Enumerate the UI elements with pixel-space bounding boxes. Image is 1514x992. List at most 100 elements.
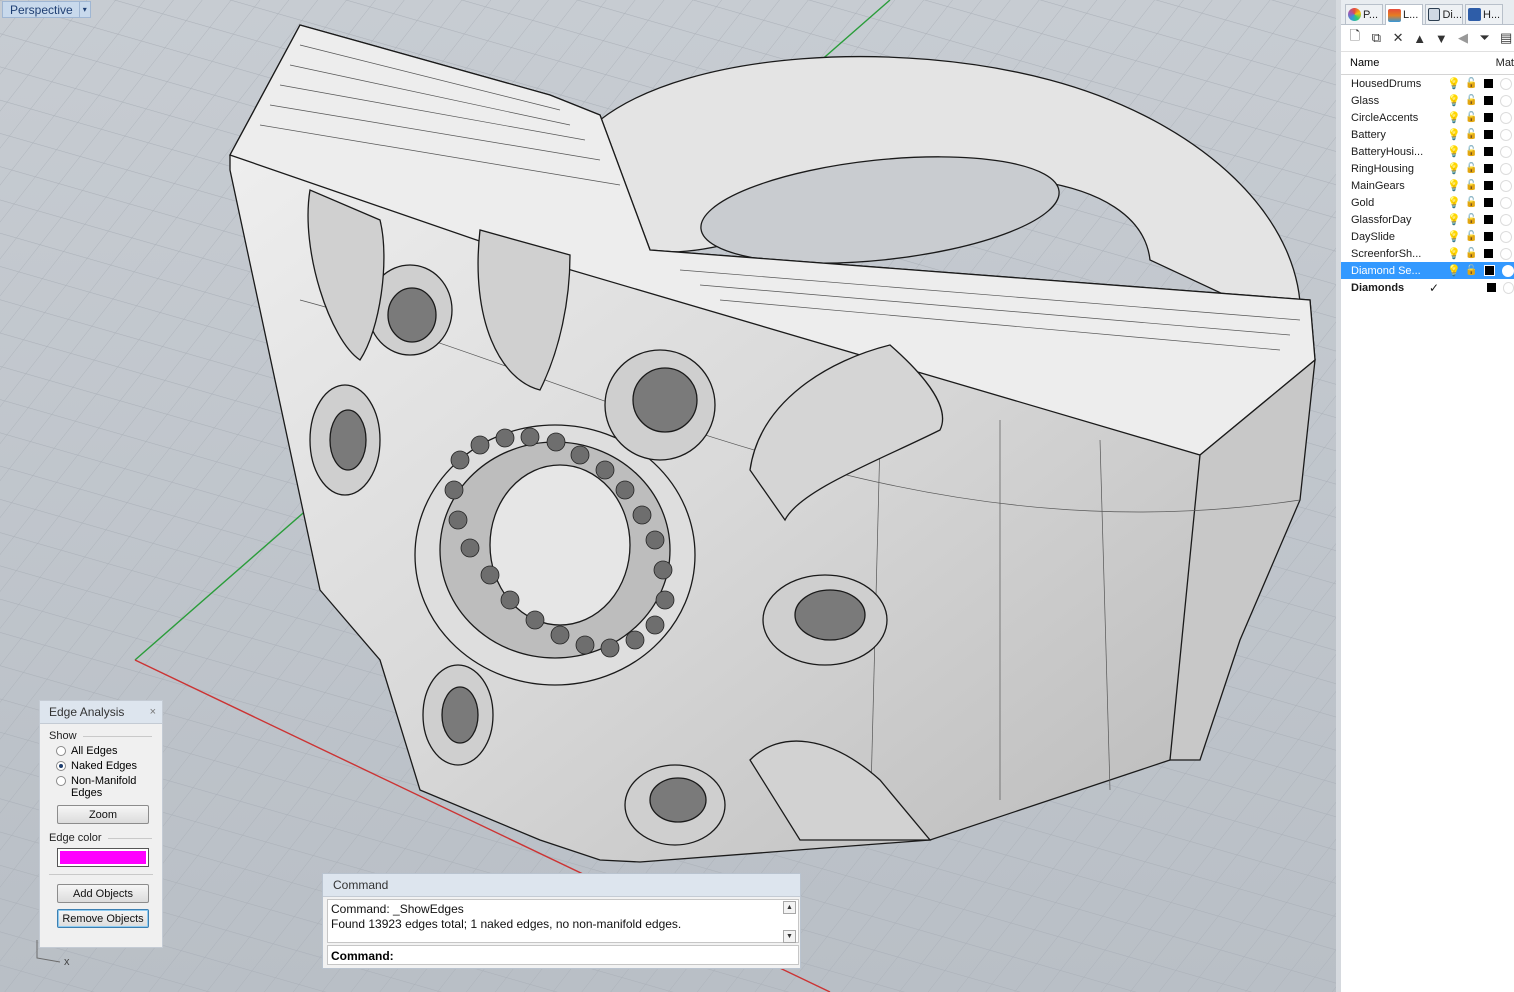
- layer-row[interactable]: DaySlide 💡 🔓: [1341, 228, 1514, 245]
- radio-button[interactable]: [56, 746, 66, 756]
- layer-color-swatch[interactable]: [1484, 130, 1493, 139]
- layer-color-swatch[interactable]: [1484, 249, 1493, 258]
- column-name[interactable]: Name: [1341, 57, 1496, 69]
- unlock-icon[interactable]: 🔓: [1465, 163, 1477, 175]
- command-title[interactable]: Command: [323, 874, 800, 897]
- move-down-icon[interactable]: ▼: [1434, 30, 1450, 46]
- layer-row[interactable]: HousedDrums 💡 🔓: [1341, 75, 1514, 92]
- lightbulb-icon[interactable]: 💡: [1447, 112, 1461, 124]
- remove-objects-button[interactable]: Remove Objects: [57, 909, 149, 928]
- layer-material-icon[interactable]: [1500, 77, 1512, 90]
- layer-row[interactable]: MainGears 💡 🔓: [1341, 177, 1514, 194]
- lightbulb-icon[interactable]: 💡: [1447, 248, 1461, 260]
- new-sublayer-icon[interactable]: ⧉: [1369, 30, 1385, 46]
- radio-button[interactable]: [56, 761, 66, 771]
- close-icon[interactable]: ×: [150, 706, 156, 718]
- edge-color-swatch[interactable]: [57, 848, 149, 867]
- edge-analysis-title-bar[interactable]: Edge Analysis ×: [40, 701, 162, 724]
- layer-material-icon[interactable]: [1500, 128, 1512, 141]
- history-scrollbar[interactable]: ▲ ▼: [783, 901, 796, 943]
- radio-non-manifold-edges[interactable]: Non-Manifold Edges: [40, 775, 162, 799]
- layer-color-swatch[interactable]: [1484, 265, 1495, 276]
- viewport-title[interactable]: Perspective ▾: [2, 1, 91, 18]
- tab-display[interactable]: Di...: [1425, 4, 1463, 24]
- layer-material-icon[interactable]: [1500, 247, 1512, 260]
- radio-label: Non-Manifold Edges: [71, 775, 137, 799]
- layer-color-swatch[interactable]: [1484, 164, 1493, 173]
- layer-material-icon[interactable]: [1500, 179, 1512, 192]
- viewport-menu-arrow-icon[interactable]: ▾: [78, 1, 91, 18]
- layer-material-icon[interactable]: [1502, 264, 1514, 277]
- layer-material-icon[interactable]: [1500, 94, 1512, 107]
- layer-material-icon[interactable]: [1500, 230, 1512, 243]
- layer-row[interactable]: CircleAccents 💡 🔓: [1341, 109, 1514, 126]
- unlock-icon[interactable]: 🔓: [1465, 146, 1477, 158]
- lightbulb-icon[interactable]: 💡: [1447, 146, 1461, 158]
- lightbulb-icon[interactable]: 💡: [1447, 231, 1461, 243]
- lightbulb-icon[interactable]: 💡: [1447, 129, 1461, 141]
- unlock-icon[interactable]: 🔓: [1465, 78, 1477, 90]
- layer-color-swatch[interactable]: [1487, 283, 1496, 292]
- layer-color-swatch[interactable]: [1484, 96, 1493, 105]
- layer-row[interactable]: RingHousing 💡 🔓: [1341, 160, 1514, 177]
- add-objects-button[interactable]: Add Objects: [57, 884, 149, 903]
- layer-color-swatch[interactable]: [1484, 113, 1493, 122]
- layer-material-icon[interactable]: [1500, 145, 1512, 158]
- tab-properties[interactable]: P...: [1345, 4, 1383, 24]
- radio-all-edges[interactable]: All Edges: [40, 745, 162, 757]
- layer-color-swatch[interactable]: [1484, 198, 1493, 207]
- layer-tools-icon[interactable]: ▤: [1498, 30, 1514, 46]
- move-up-icon[interactable]: ▲: [1412, 30, 1428, 46]
- layer-row[interactable]: Battery 💡 🔓: [1341, 126, 1514, 143]
- layer-material-icon[interactable]: [1500, 196, 1512, 209]
- lightbulb-icon[interactable]: 💡: [1447, 180, 1461, 192]
- tab-layers[interactable]: L...: [1385, 4, 1423, 25]
- layer-material-icon[interactable]: [1500, 213, 1512, 226]
- layer-row[interactable]: BatteryHousi... 💡 🔓: [1341, 143, 1514, 160]
- filter-icon[interactable]: ⏷: [1477, 30, 1493, 46]
- layer-material-icon[interactable]: [1502, 281, 1514, 294]
- zoom-button[interactable]: Zoom: [57, 805, 149, 824]
- lightbulb-icon[interactable]: 💡: [1447, 78, 1461, 90]
- lightbulb-icon[interactable]: 💡: [1447, 163, 1461, 175]
- layer-row[interactable]: Gold 💡 🔓: [1341, 194, 1514, 211]
- unlock-icon[interactable]: 🔓: [1465, 248, 1477, 260]
- lightbulb-icon[interactable]: 💡: [1447, 214, 1461, 226]
- move-out-icon[interactable]: ◀: [1455, 30, 1471, 46]
- unlock-icon[interactable]: 🔓: [1465, 112, 1477, 124]
- unlock-icon[interactable]: 🔓: [1465, 180, 1477, 192]
- command-input[interactable]: Command:: [327, 945, 799, 965]
- lightbulb-icon[interactable]: 💡: [1447, 197, 1461, 209]
- lightbulb-icon[interactable]: 💡: [1447, 265, 1461, 277]
- layer-color-swatch[interactable]: [1484, 147, 1493, 156]
- layer-row[interactable]: Diamond Se... 💡 🔓: [1341, 262, 1514, 279]
- radio-naked-edges[interactable]: Naked Edges: [40, 760, 162, 772]
- viewport-name[interactable]: Perspective: [2, 1, 79, 18]
- new-layer-icon[interactable]: 🗋: [1347, 28, 1363, 46]
- scroll-down-icon[interactable]: ▼: [783, 930, 796, 943]
- layer-color-swatch[interactable]: [1484, 232, 1493, 241]
- unlock-icon[interactable]: 🔓: [1465, 129, 1477, 141]
- unlock-icon[interactable]: 🔓: [1465, 95, 1477, 107]
- unlock-icon[interactable]: 🔓: [1465, 231, 1477, 243]
- delete-layer-icon[interactable]: ✕: [1390, 30, 1406, 46]
- command-history[interactable]: Command: _ShowEdges Found 13923 edges to…: [327, 899, 799, 943]
- layer-material-icon[interactable]: [1500, 162, 1512, 175]
- scroll-up-icon[interactable]: ▲: [783, 901, 796, 914]
- layer-row[interactable]: Glass 💡 🔓: [1341, 92, 1514, 109]
- layer-row-current[interactable]: Diamonds ✓: [1341, 279, 1514, 296]
- layer-color-swatch[interactable]: [1484, 215, 1493, 224]
- radio-button[interactable]: [56, 776, 66, 786]
- column-material[interactable]: Mat: [1496, 57, 1514, 69]
- layer-color-swatch[interactable]: [1484, 79, 1493, 88]
- layer-material-icon[interactable]: [1500, 111, 1512, 124]
- layer-row[interactable]: ScreenforSh... 💡 🔓: [1341, 245, 1514, 262]
- unlock-icon[interactable]: 🔓: [1465, 197, 1477, 209]
- unlock-icon[interactable]: 🔓: [1465, 214, 1477, 226]
- unlock-icon[interactable]: 🔓: [1465, 265, 1477, 277]
- lightbulb-icon[interactable]: 💡: [1447, 95, 1461, 107]
- tab-help[interactable]: H...: [1465, 4, 1503, 24]
- perspective-viewport[interactable]: x Perspective ▾: [0, 0, 1336, 992]
- layer-row[interactable]: GlassforDay 💡 🔓: [1341, 211, 1514, 228]
- layer-color-swatch[interactable]: [1484, 181, 1493, 190]
